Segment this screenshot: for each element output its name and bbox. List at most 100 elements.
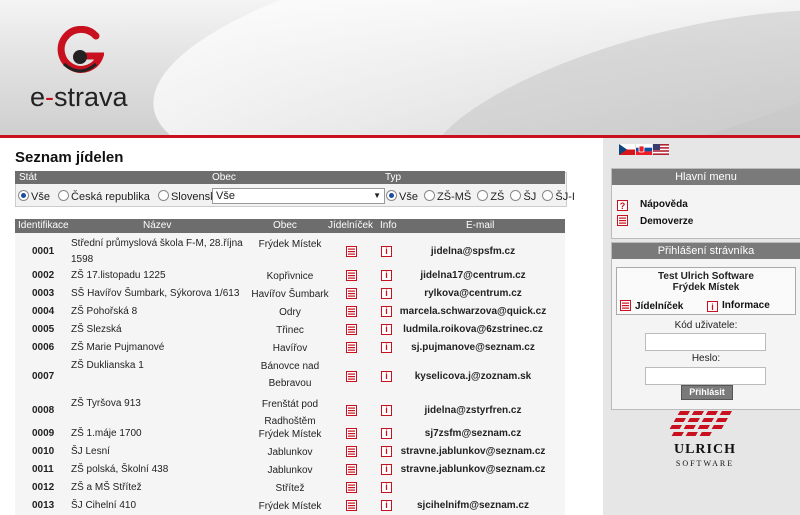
e-strava-logo-text: e-strava	[30, 82, 128, 112]
table-row[interactable]: 0008 ZŠ Tyršova 913 Frenštát pod Radhoštěm…	[15, 396, 565, 427]
table-row[interactable]: 0011 ZŠ polská, Školní 438 Jablunkov stravn…	[15, 461, 565, 479]
row-email[interactable]: kyselicova.j@zoznam.sk	[383, 371, 563, 382]
menu-list-icon[interactable]	[346, 428, 357, 439]
row-email[interactable]: sj7zsfm@seznam.cz	[383, 428, 563, 439]
info-icon[interactable]: i	[381, 324, 392, 335]
row-obec: Kopřivnice	[266, 271, 314, 282]
info-icon[interactable]: i	[381, 446, 392, 457]
row-obec: Frýdek Místek	[258, 429, 322, 440]
menu-list-icon	[620, 300, 631, 311]
typ-radio-zs-ms[interactable]: ZŠ-MŠ	[424, 190, 471, 203]
info-icon[interactable]: i	[381, 288, 392, 299]
menu-list-icon[interactable]	[346, 270, 357, 281]
row-email[interactable]: marcela.schwarzova@quick.cz	[383, 306, 563, 317]
e-strava-logo-icon[interactable]	[56, 26, 104, 78]
col-header-obec[interactable]: Obec	[273, 220, 297, 231]
menu-list-icon[interactable]	[346, 246, 357, 257]
menu-list-icon[interactable]	[346, 446, 357, 457]
table-row[interactable]: 0003 SŠ Havířov Šumbark, Sýkorova 1/613 Ha…	[15, 285, 565, 303]
login-title: Přihlášení strávníka	[612, 243, 800, 259]
row-id: 0007	[32, 371, 55, 382]
info-icon[interactable]: i	[381, 428, 392, 439]
col-header-menu: Jídelníček	[328, 220, 374, 231]
stat-radio-cr[interactable]: Česká republika	[58, 190, 150, 203]
radio-icon	[510, 190, 522, 201]
table-row[interactable]: 0010 ŠJ Lesní Jablunkov stravne.jablunkov@s…	[15, 443, 565, 461]
col-header-name[interactable]: Název	[143, 220, 171, 231]
page-header	[0, 0, 800, 135]
table-row[interactable]: 0007 ZŠ Duklianska 1 Bánovce nad Bebravou k…	[15, 358, 565, 396]
filter-labels: Stát Obec Typ	[15, 171, 565, 184]
info-icon[interactable]: i	[381, 246, 392, 257]
slovak-flag-icon[interactable]	[636, 144, 652, 155]
czech-flag-icon[interactable]	[619, 144, 635, 155]
menu-list-icon[interactable]	[346, 324, 357, 335]
menu-item-demo[interactable]: Demoverze	[617, 215, 693, 227]
row-name: ZŠ Marie Pujmanové	[71, 342, 165, 353]
row-email[interactable]: sjcihelnifm@seznam.cz	[383, 500, 563, 511]
info-icon[interactable]: i	[381, 464, 392, 475]
menu-list-icon[interactable]	[346, 288, 357, 299]
table-row[interactable]: 0005 ZŠ Slezská Třinec ludmila.roikova@6zst…	[15, 321, 565, 339]
us-flag-icon[interactable]	[653, 144, 669, 155]
row-obec: Frýdek Místek	[258, 501, 322, 512]
info-icon[interactable]: i	[381, 500, 392, 511]
user-code-input[interactable]	[645, 333, 766, 351]
link-informace[interactable]: i Informace	[707, 300, 770, 312]
row-email[interactable]: jidelna@spsfm.cz	[383, 246, 563, 257]
table-row[interactable]: 0002 ZŠ 17.listopadu 1225 Kopřivnice jideln…	[15, 267, 565, 285]
row-email[interactable]: rylkova@centrum.cz	[383, 288, 563, 299]
row-id: 0006	[32, 342, 55, 353]
row-name: ZŠ a MŠ Střítež	[71, 482, 142, 493]
row-name: ZŠ Duklianska 1	[71, 360, 144, 371]
menu-list-icon[interactable]	[346, 371, 357, 382]
info-icon[interactable]: i	[381, 270, 392, 281]
row-email[interactable]: jidelna17@centrum.cz	[383, 270, 563, 281]
info-icon[interactable]: i	[381, 342, 392, 353]
typ-radio-vse[interactable]: Vše	[386, 190, 418, 203]
menu-list-icon[interactable]	[346, 482, 357, 493]
table-row[interactable]: 0006 ZŠ Marie Pujmanové Havířov sj.pujmanov…	[15, 339, 565, 357]
col-header-email[interactable]: E-mail	[466, 220, 494, 231]
row-email[interactable]: stravne.jablunkov@seznam.cz	[383, 464, 563, 475]
row-id: 0008	[32, 405, 55, 416]
table-row[interactable]: 0001 Střední průmyslová škola F-M, 28.říj…	[15, 236, 565, 267]
table-row[interactable]: 0012 ZŠ a MŠ Střítež Střítež i	[15, 479, 565, 497]
table-row[interactable]: 0013 ŠJ Cihelní 410 Frýdek Místek sjcihelni…	[15, 497, 565, 515]
table-row[interactable]: 0004 ZŠ Pohořská 8 Odry marcela.schwarzova@…	[15, 303, 565, 321]
info-icon[interactable]: i	[381, 306, 392, 317]
info-icon[interactable]: i	[381, 371, 392, 382]
menu-list-icon[interactable]	[346, 306, 357, 317]
filter-label-typ: Typ	[385, 172, 402, 183]
row-id: 0010	[32, 446, 55, 457]
menu-list-icon[interactable]	[346, 405, 357, 416]
typ-radio-sj[interactable]: ŠJ	[510, 190, 536, 203]
radio-icon	[58, 190, 70, 201]
row-email[interactable]: jidelna@zstyrfren.cz	[383, 405, 563, 416]
typ-radio-sj-i[interactable]: ŠJ-I	[542, 190, 575, 203]
menu-list-icon[interactable]	[346, 342, 357, 353]
radio-icon	[424, 190, 436, 201]
menu-list-icon[interactable]	[346, 500, 357, 511]
row-name: ŠJ Lesní	[71, 446, 110, 457]
canteen-table: 0001 Střední průmyslová škola F-M, 28.říj…	[15, 233, 565, 515]
link-jidelnicek[interactable]: Jídelníček	[620, 300, 683, 312]
row-email[interactable]: stravne.jablunkov@seznam.cz	[383, 446, 563, 457]
menu-item-help[interactable]: ? Nápověda	[617, 199, 688, 211]
table-row[interactable]: 0009 ZŠ 1.máje 1700 Frýdek Místek sj7zsfm@s…	[15, 425, 565, 443]
row-name: ZŠ Tyršova 913	[71, 398, 141, 409]
stat-radio-vse[interactable]: Vše	[18, 190, 50, 203]
col-header-id[interactable]: Identifikace	[18, 220, 69, 231]
typ-radio-zs[interactable]: ZŠ	[477, 190, 504, 203]
password-input[interactable]	[645, 367, 766, 385]
filter-label-stat: Stát	[19, 172, 37, 183]
row-email[interactable]: ludmila.roikova@6zstrinec.cz	[383, 324, 563, 335]
login-button[interactable]: Přihlásit	[681, 385, 733, 400]
info-icon[interactable]: i	[381, 405, 392, 416]
row-obec: Bánovce nad Bebravou	[260, 361, 320, 389]
row-email[interactable]: sj.pujmanove@seznam.cz	[383, 342, 563, 353]
menu-list-icon[interactable]	[346, 464, 357, 475]
obec-select[interactable]: Vše ▼	[212, 188, 385, 204]
row-id: 0004	[32, 306, 55, 317]
info-icon[interactable]: i	[381, 482, 392, 493]
